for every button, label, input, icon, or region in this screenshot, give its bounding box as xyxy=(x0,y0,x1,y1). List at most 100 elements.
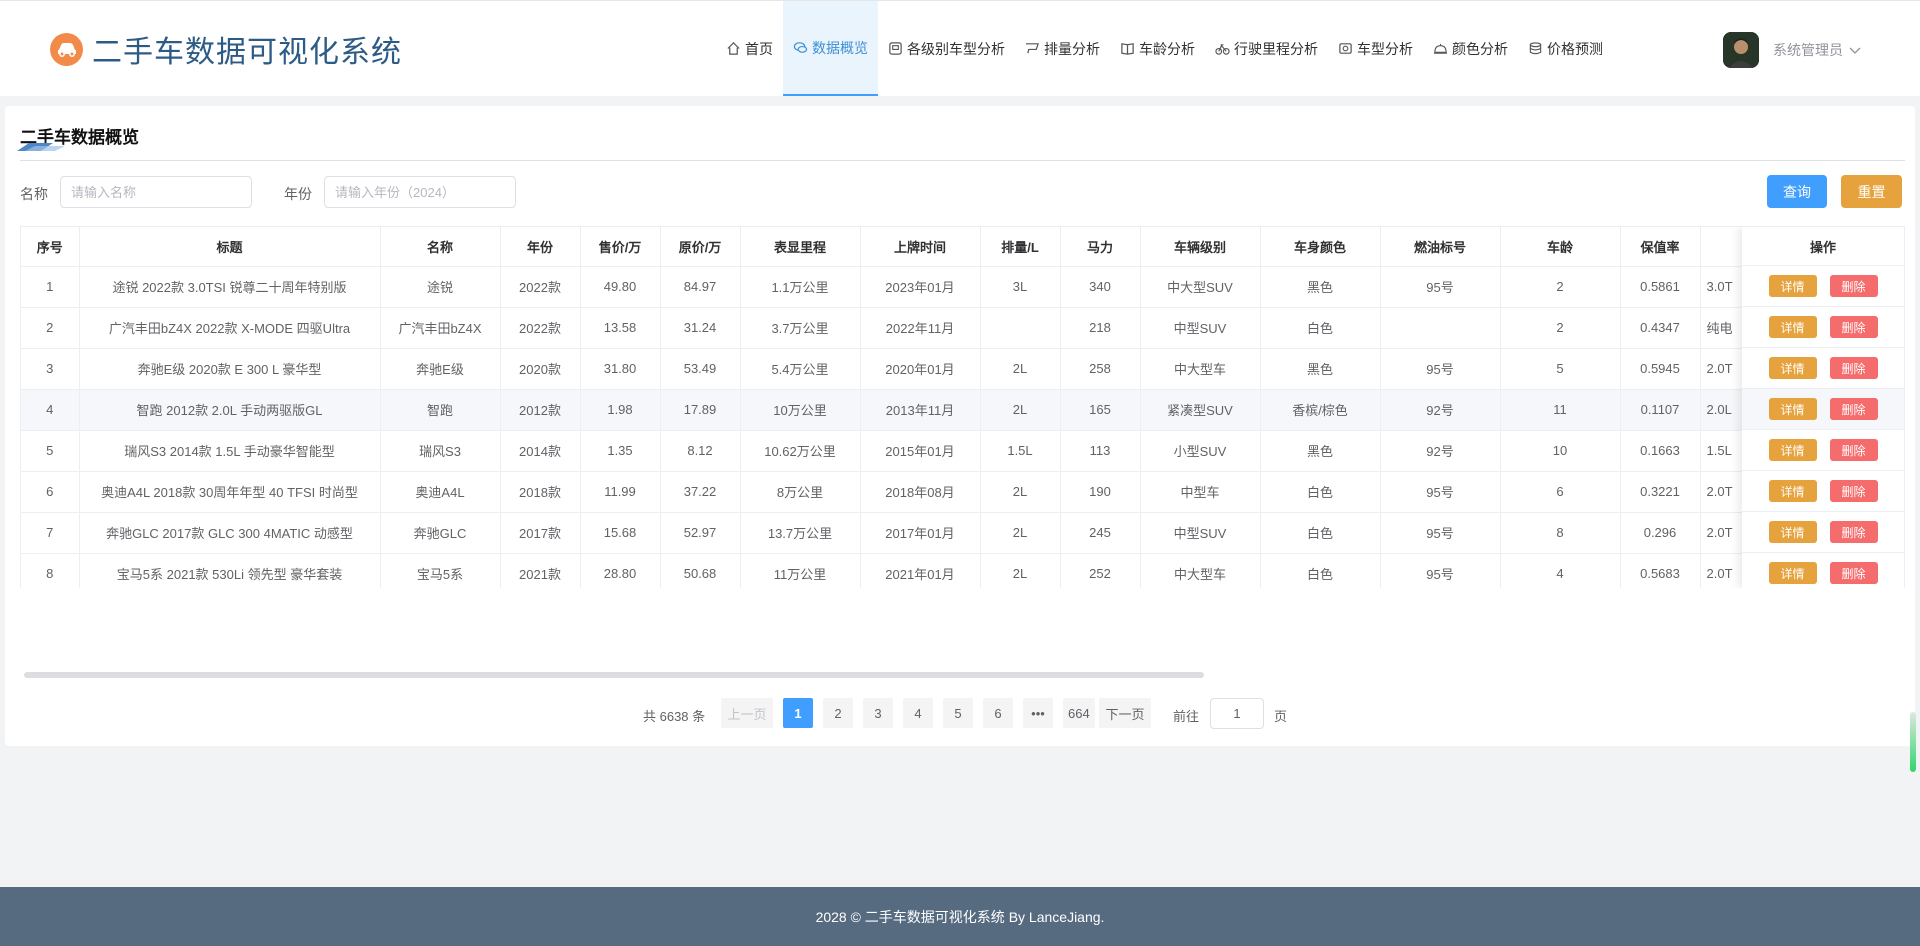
query-button[interactable]: 查询 xyxy=(1767,175,1827,208)
table-cell: 奔驰E级 xyxy=(380,348,501,390)
main-nav: 首页 数据概览 各级别车型分析 排量分析 车龄分析 行驶里程分析 车型分析 颜色分析 价格预测 xyxy=(716,1,1613,96)
nav-item-5[interactable]: 行驶里程分析 xyxy=(1205,1,1328,96)
table-cell: 0.1663 xyxy=(1620,430,1701,472)
more-pages-button[interactable]: ••• xyxy=(1023,698,1053,728)
table-cell: 黑色 xyxy=(1260,348,1381,390)
delete-button[interactable]: 删除 xyxy=(1829,357,1878,379)
column-header[interactable]: 序号 xyxy=(21,227,80,267)
nav-item-6[interactable]: 车型分析 xyxy=(1328,1,1423,96)
column-header[interactable]: 马力 xyxy=(1060,227,1141,267)
column-header[interactable]: 车辆级别 xyxy=(1140,227,1261,267)
column-header[interactable]: 燃油标号 xyxy=(1380,227,1501,267)
table-cell: 252 xyxy=(1060,553,1141,588)
ops-row: 详情 删除 xyxy=(1742,430,1904,471)
table-row[interactable]: 2 广汽丰田bZ4X 2022款 X-MODE 四驱Ultra 广汽丰田bZ4X 20… xyxy=(21,307,1904,349)
page-button[interactable]: 2 xyxy=(823,698,853,728)
nav-item-1[interactable]: 数据概览 xyxy=(783,1,878,96)
table-cell: 95号 xyxy=(1380,348,1501,390)
table-cell: 奔驰GLC xyxy=(380,512,501,554)
title-decoration xyxy=(17,143,65,151)
page-button[interactable]: 1 xyxy=(783,698,813,728)
table-cell: 1.98 xyxy=(580,389,661,431)
page-button[interactable]: 3 xyxy=(863,698,893,728)
table-row[interactable]: 7 奔驰GLC 2017款 GLC 300 4MATIC 动感型 奔驰GLC 2017… xyxy=(21,512,1904,554)
camera-icon xyxy=(1338,41,1357,56)
year-input[interactable] xyxy=(324,176,516,208)
detail-button[interactable]: 详情 xyxy=(1768,480,1817,502)
detail-button[interactable]: 详情 xyxy=(1768,562,1817,584)
name-input[interactable] xyxy=(60,176,252,208)
table-cell: 0.3221 xyxy=(1620,471,1701,513)
scrollbar-thumb[interactable] xyxy=(24,672,1204,678)
detail-button[interactable]: 详情 xyxy=(1768,521,1817,543)
nav-item-2[interactable]: 各级别车型分析 xyxy=(878,1,1015,96)
delete-button[interactable]: 删除 xyxy=(1829,275,1878,297)
column-header[interactable]: 名称 xyxy=(380,227,501,267)
table-row[interactable]: 4 智跑 2012款 2.0L 手动两驱版GL 智跑 2012款 1.98 17.89 10… xyxy=(21,389,1904,431)
column-header[interactable]: 车龄 xyxy=(1500,227,1621,267)
nav-item-0[interactable]: 首页 xyxy=(716,1,783,96)
logo[interactable]: 二手车数据可视化系统 xyxy=(50,29,402,70)
table-cell: 4 xyxy=(1500,553,1621,588)
title-divider xyxy=(20,160,1905,161)
table-cell: 8万公里 xyxy=(740,471,861,513)
table-cell: 白色 xyxy=(1260,553,1381,588)
nav-item-4[interactable]: 车龄分析 xyxy=(1110,1,1205,96)
page-scrollbar[interactable] xyxy=(1910,712,1916,772)
table-cell: 92号 xyxy=(1380,389,1501,431)
column-header[interactable]: 售价/万 xyxy=(580,227,661,267)
column-header[interactable]: 保值率 xyxy=(1620,227,1701,267)
detail-button[interactable]: 详情 xyxy=(1768,439,1817,461)
detail-button[interactable]: 详情 xyxy=(1768,398,1817,420)
detail-button[interactable]: 详情 xyxy=(1768,275,1817,297)
table-cell: 31.24 xyxy=(660,307,741,349)
reset-button[interactable]: 重置 xyxy=(1841,175,1902,208)
column-header[interactable]: 标题 xyxy=(79,227,381,267)
page-button[interactable]: 4 xyxy=(903,698,933,728)
nav-item-7[interactable]: 颜色分析 xyxy=(1423,1,1518,96)
delete-button[interactable]: 删除 xyxy=(1829,316,1878,338)
delete-button[interactable]: 删除 xyxy=(1829,439,1878,461)
page-button[interactable]: 6 xyxy=(983,698,1013,728)
user-menu[interactable]: 系统管理员 xyxy=(1723,32,1861,68)
table-cell: 15.68 xyxy=(580,512,661,554)
nav-item-label: 首页 xyxy=(745,40,773,57)
table-cell: 6 xyxy=(1500,471,1621,513)
table-cell: 奥迪A4L xyxy=(380,471,501,513)
table-cell: 黑色 xyxy=(1260,430,1381,472)
column-header[interactable]: 表显里程 xyxy=(740,227,861,267)
delete-button[interactable]: 删除 xyxy=(1829,398,1878,420)
table-row[interactable]: 8 宝马5系 2021款 530Li 领先型 豪华套装 宝马5系 2021款 28.80… xyxy=(21,553,1904,588)
footer: 2028 © 二手车数据可视化系统 By LanceJiang. xyxy=(0,887,1920,946)
car-logo-icon xyxy=(50,32,83,66)
page-button[interactable]: 664 xyxy=(1063,698,1095,728)
delete-button[interactable]: 删除 xyxy=(1829,480,1878,502)
column-header[interactable]: 排量/L xyxy=(980,227,1061,267)
prev-page-button[interactable]: 上一页 xyxy=(721,698,773,728)
delete-button[interactable]: 删除 xyxy=(1829,562,1878,584)
table-row[interactable]: 1 途锐 2022款 3.0TSI 锐尊二十周年特别版 途锐 2022款 49.80 84… xyxy=(21,266,1904,308)
nav-item-8[interactable]: 价格预测 xyxy=(1518,1,1613,96)
next-page-button[interactable]: 下一页 xyxy=(1099,698,1151,728)
chevron-down-icon[interactable] xyxy=(1849,43,1861,58)
table-cell: 49.80 xyxy=(580,266,661,308)
detail-button[interactable]: 详情 xyxy=(1768,316,1817,338)
table-row[interactable]: 5 瑞风S3 2014款 1.5L 手动豪华智能型 瑞风S3 2014款 1.35 8.1… xyxy=(21,430,1904,472)
book-icon xyxy=(1120,41,1139,56)
detail-button[interactable]: 详情 xyxy=(1768,357,1817,379)
goto-page-input[interactable] xyxy=(1210,698,1264,729)
table-row[interactable]: 6 奥迪A4L 2018款 30周年年型 40 TFSI 时尚型 奥迪A4L 2018… xyxy=(21,471,1904,513)
table-cell: 广汽丰田bZ4X xyxy=(380,307,501,349)
avatar[interactable] xyxy=(1723,32,1759,68)
horizontal-scrollbar[interactable] xyxy=(20,672,1900,678)
column-header[interactable]: 年份 xyxy=(500,227,581,267)
nav-item-3[interactable]: 排量分析 xyxy=(1015,1,1110,96)
column-header[interactable]: 原价/万 xyxy=(660,227,741,267)
column-header[interactable]: 上牌时间 xyxy=(860,227,981,267)
user-name[interactable]: 系统管理员 xyxy=(1773,40,1843,60)
table-row[interactable]: 3 奔驰E级 2020款 E 300 L 豪华型 奔驰E级 2020款 31.80 53.… xyxy=(21,348,1904,390)
page-button[interactable]: 5 xyxy=(943,698,973,728)
delete-button[interactable]: 删除 xyxy=(1829,521,1878,543)
column-header[interactable]: 车身颜色 xyxy=(1260,227,1381,267)
table-cell: 84.97 xyxy=(660,266,741,308)
